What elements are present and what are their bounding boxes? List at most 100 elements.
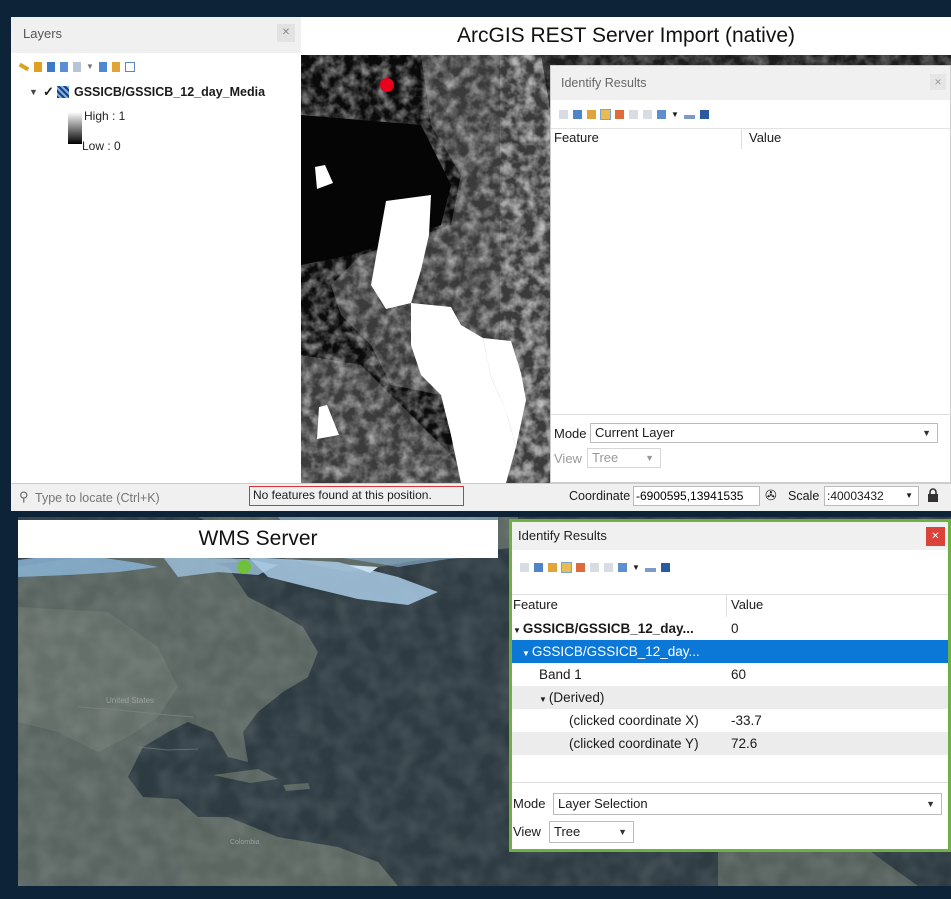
- add-group-icon[interactable]: [34, 62, 42, 72]
- dropdown-arrow-icon: ▼: [905, 491, 913, 500]
- dropdown-arrow-icon: ▼: [926, 799, 935, 809]
- table-row[interactable]: (clicked coordinate Y) 72.6: [512, 732, 948, 755]
- raster-layer-icon: [57, 86, 69, 98]
- click-marker-top: [380, 78, 394, 92]
- table-row[interactable]: Band 1 60: [512, 663, 948, 686]
- copy-icon[interactable]: [629, 109, 638, 119]
- status-message: No features found at this position.: [249, 486, 464, 506]
- filter-icon[interactable]: [60, 62, 68, 72]
- bottom-identify-title: Identify Results: [518, 528, 607, 543]
- top-identify-results-panel: Identify Results ✕ ▼ Feature Value Mode …: [550, 65, 951, 483]
- bottom-mode-row: Mode Layer Selection ▼: [512, 792, 948, 818]
- help-icon[interactable]: [660, 562, 670, 572]
- crs-icon[interactable]: ✇: [765, 487, 781, 503]
- dropdown-arrow-icon: ▼: [645, 453, 654, 463]
- top-view-label: View: [554, 451, 582, 466]
- expand-new-icon[interactable]: [561, 561, 572, 573]
- lock-icon[interactable]: [927, 488, 939, 502]
- bottom-identify-results-tree[interactable]: ▼ GSSICB/GSSICB_12_day... 0 ▼ GSSICB/GSSIC…: [512, 617, 948, 781]
- expand-tree-icon[interactable]: [534, 562, 543, 572]
- locator-search-input[interactable]: [33, 487, 242, 509]
- dropdown-arrow-icon: ▼: [618, 827, 627, 837]
- filter-map-icon[interactable]: [73, 62, 81, 72]
- bottom-identify-toolbar: ▼: [512, 555, 948, 579]
- select-features-icon[interactable]: [618, 562, 627, 572]
- bottom-view-select[interactable]: Tree ▼: [549, 821, 634, 843]
- print-icon[interactable]: [604, 562, 613, 572]
- top-view-select[interactable]: Tree ▼: [587, 448, 661, 468]
- collapse-tree-icon[interactable]: [548, 562, 557, 572]
- filter-legend-icon[interactable]: [47, 62, 55, 72]
- legend-gradient-icon: [68, 112, 82, 144]
- click-marker-bottom: [237, 560, 251, 574]
- clear-icon[interactable]: [576, 562, 585, 572]
- expand-icon[interactable]: [520, 562, 529, 572]
- scale-label: Scale: [788, 489, 820, 503]
- close-icon[interactable]: ✕: [930, 74, 946, 90]
- select-features-icon[interactable]: [657, 109, 666, 119]
- expand-arrow-icon: ▼: [539, 695, 547, 704]
- dropdown-arrow-icon[interactable]: ▼: [632, 563, 640, 572]
- map-label-usa: United States: [106, 696, 155, 705]
- bottom-mode-label: Mode: [513, 796, 546, 811]
- search-icon: ⚲: [19, 489, 29, 504]
- expand-arrow-icon[interactable]: ▼: [29, 87, 43, 97]
- layers-panel-title: Layers: [23, 26, 63, 41]
- layer-tree-item[interactable]: ▼ ✓ GSSICB/GSSICB_12_day_Media: [29, 83, 265, 101]
- checkbox-icon[interactable]: ✓: [43, 84, 57, 100]
- top-map-title: ArcGIS REST Server Import (native): [301, 17, 951, 55]
- layers-panel-header: Layers ✕: [11, 17, 301, 53]
- copy-icon[interactable]: [590, 562, 599, 572]
- help-icon[interactable]: [699, 109, 709, 119]
- expand-all-icon[interactable]: [98, 62, 107, 72]
- expand-tree-icon[interactable]: [573, 109, 582, 119]
- coordinate-input[interactable]: [633, 486, 760, 506]
- dropdown-arrow-icon[interactable]: ▼: [86, 59, 94, 75]
- bottom-view-row: View Tree ▼: [512, 820, 948, 846]
- expand-arrow-icon: ▼: [522, 649, 530, 658]
- table-row-selected[interactable]: ▼ GSSICB/GSSICB_12_day...: [512, 640, 948, 663]
- table-row[interactable]: (clicked coordinate X) -33.7: [512, 709, 948, 732]
- coordinate-label: Coordinate: [569, 489, 631, 503]
- legend-low: Low : 0: [82, 139, 121, 153]
- bottom-identify-header: Identify Results ✕: [512, 522, 948, 550]
- style-icon[interactable]: [18, 62, 30, 72]
- top-view-row: View Tree ▼: [551, 447, 950, 473]
- clear-icon[interactable]: [615, 109, 624, 119]
- bottom-map-title: WMS Server: [18, 520, 498, 558]
- top-mode-row: Mode Current Layer ▼: [551, 422, 950, 448]
- bottom-mode-select[interactable]: Layer Selection ▼: [553, 793, 942, 815]
- legend-high: High : 1: [68, 104, 125, 144]
- expand-new-icon[interactable]: [600, 108, 611, 120]
- bottom-identify-column-header: Feature Value: [512, 594, 948, 618]
- table-row[interactable]: ▼ (Derived): [512, 686, 948, 709]
- table-row[interactable]: ▼ GSSICB/GSSICB_12_day... 0: [512, 617, 948, 640]
- collapse-tree-icon[interactable]: [587, 109, 596, 119]
- layer-name: GSSICB/GSSICB_12_day_Media: [74, 85, 266, 99]
- top-map-canvas[interactable]: Identify Results ✕ ▼ Feature Value Mode …: [301, 55, 951, 483]
- layers-toolbar: ▼: [18, 59, 135, 75]
- top-identify-title: Identify Results: [561, 76, 647, 90]
- collapse-all-icon[interactable]: [111, 62, 120, 72]
- top-identify-toolbar: ▼: [551, 102, 950, 126]
- bottom-identify-results-panel: Identify Results ✕ ▼ Feature Value ▼ GSSI…: [509, 519, 951, 852]
- top-identify-results-tree[interactable]: [551, 149, 950, 415]
- map-label-colombia: Colombia: [230, 839, 260, 846]
- scale-select[interactable]: :40003432 ▼: [824, 486, 919, 506]
- top-identify-header: Identify Results ✕: [551, 66, 950, 100]
- bottom-view-label: View: [513, 824, 541, 839]
- expand-icon[interactable]: [559, 109, 568, 119]
- print-icon[interactable]: [643, 109, 652, 119]
- top-mode-select[interactable]: Current Layer ▼: [590, 423, 938, 443]
- dropdown-arrow-icon[interactable]: ▼: [671, 110, 679, 119]
- identify-icon[interactable]: [644, 567, 656, 572]
- status-bar: ⚲ No features found at this position. Co…: [11, 483, 951, 511]
- close-icon[interactable]: ✕: [926, 527, 945, 546]
- close-icon[interactable]: ✕: [277, 24, 295, 42]
- remove-layer-icon[interactable]: [124, 62, 135, 72]
- top-mode-label: Mode: [554, 426, 587, 441]
- top-identify-column-header: Feature Value: [551, 128, 950, 150]
- expand-arrow-icon: ▼: [513, 626, 521, 635]
- layers-panel: Layers ✕ ▼ ▼ ✓ GSSICB/GSSICB_12_day_Medi…: [11, 17, 301, 483]
- identify-icon[interactable]: [683, 114, 695, 119]
